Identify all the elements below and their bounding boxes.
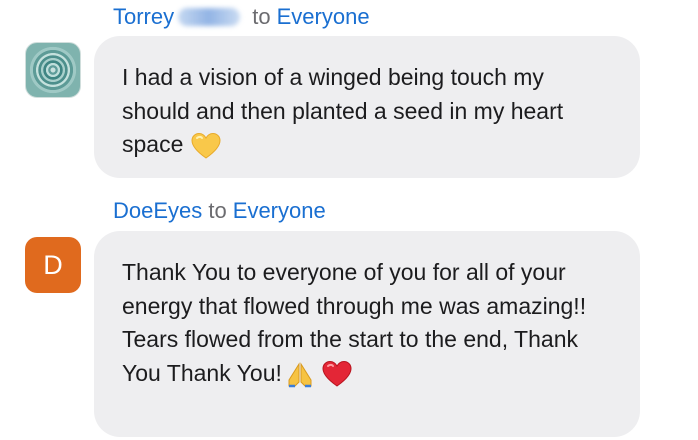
- recipient-name[interactable]: Everyone: [277, 4, 370, 29]
- message-bubble: I had a vision of a winged being touch m…: [94, 36, 640, 178]
- yellow-heart-emoji: [191, 132, 221, 160]
- sender-name[interactable]: Torrey: [113, 4, 174, 29]
- letter-avatar[interactable]: D: [25, 237, 81, 293]
- folded-hands-emoji: [286, 360, 314, 388]
- mandala-avatar-icon[interactable]: [25, 42, 81, 98]
- redacted-surname: [178, 8, 241, 26]
- message-bubble: Thank You to everyone of you for all of …: [94, 231, 640, 437]
- message-text: I had a vision of a winged being touch m…: [122, 64, 564, 157]
- sender-name[interactable]: DoeEyes: [113, 198, 202, 223]
- message-text: Thank You to everyone of you for all of …: [122, 259, 587, 386]
- recipient-name[interactable]: Everyone: [233, 198, 326, 223]
- message-header: Torrey to Everyone: [113, 4, 370, 30]
- red-heart-emoji: [322, 360, 352, 388]
- to-label: to: [252, 4, 271, 29]
- message-header: DoeEyes to Everyone: [113, 198, 326, 224]
- to-label: to: [208, 198, 227, 223]
